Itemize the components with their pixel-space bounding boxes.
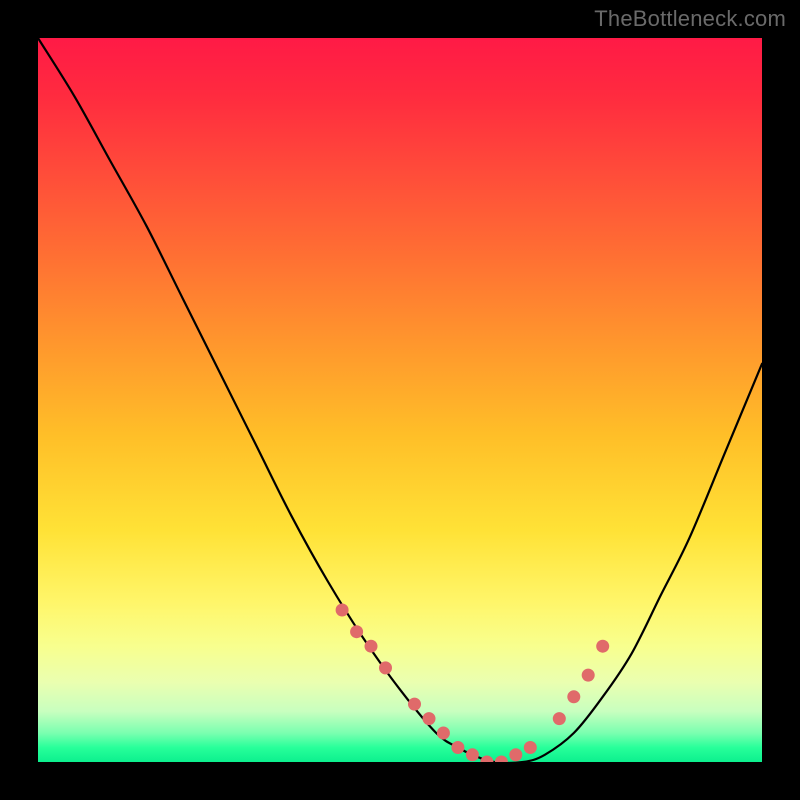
data-marker	[350, 625, 363, 638]
data-marker	[437, 727, 450, 740]
data-marker	[553, 712, 566, 725]
data-marker	[567, 690, 580, 703]
data-marker	[423, 712, 436, 725]
data-marker	[451, 741, 464, 754]
curve-path	[38, 38, 762, 762]
chart-frame: TheBottleneck.com	[0, 0, 800, 800]
plot-area	[38, 38, 762, 762]
data-marker	[365, 640, 378, 653]
data-marker	[408, 698, 421, 711]
data-marker	[379, 661, 392, 674]
watermark-text: TheBottleneck.com	[594, 6, 786, 32]
data-marker	[509, 748, 522, 761]
data-marker	[480, 756, 493, 763]
data-marker	[582, 669, 595, 682]
data-marker	[524, 741, 537, 754]
data-marker	[495, 756, 508, 763]
data-marker	[336, 604, 349, 617]
data-marker	[596, 640, 609, 653]
data-marker	[466, 748, 479, 761]
bottleneck-curve	[38, 38, 762, 762]
